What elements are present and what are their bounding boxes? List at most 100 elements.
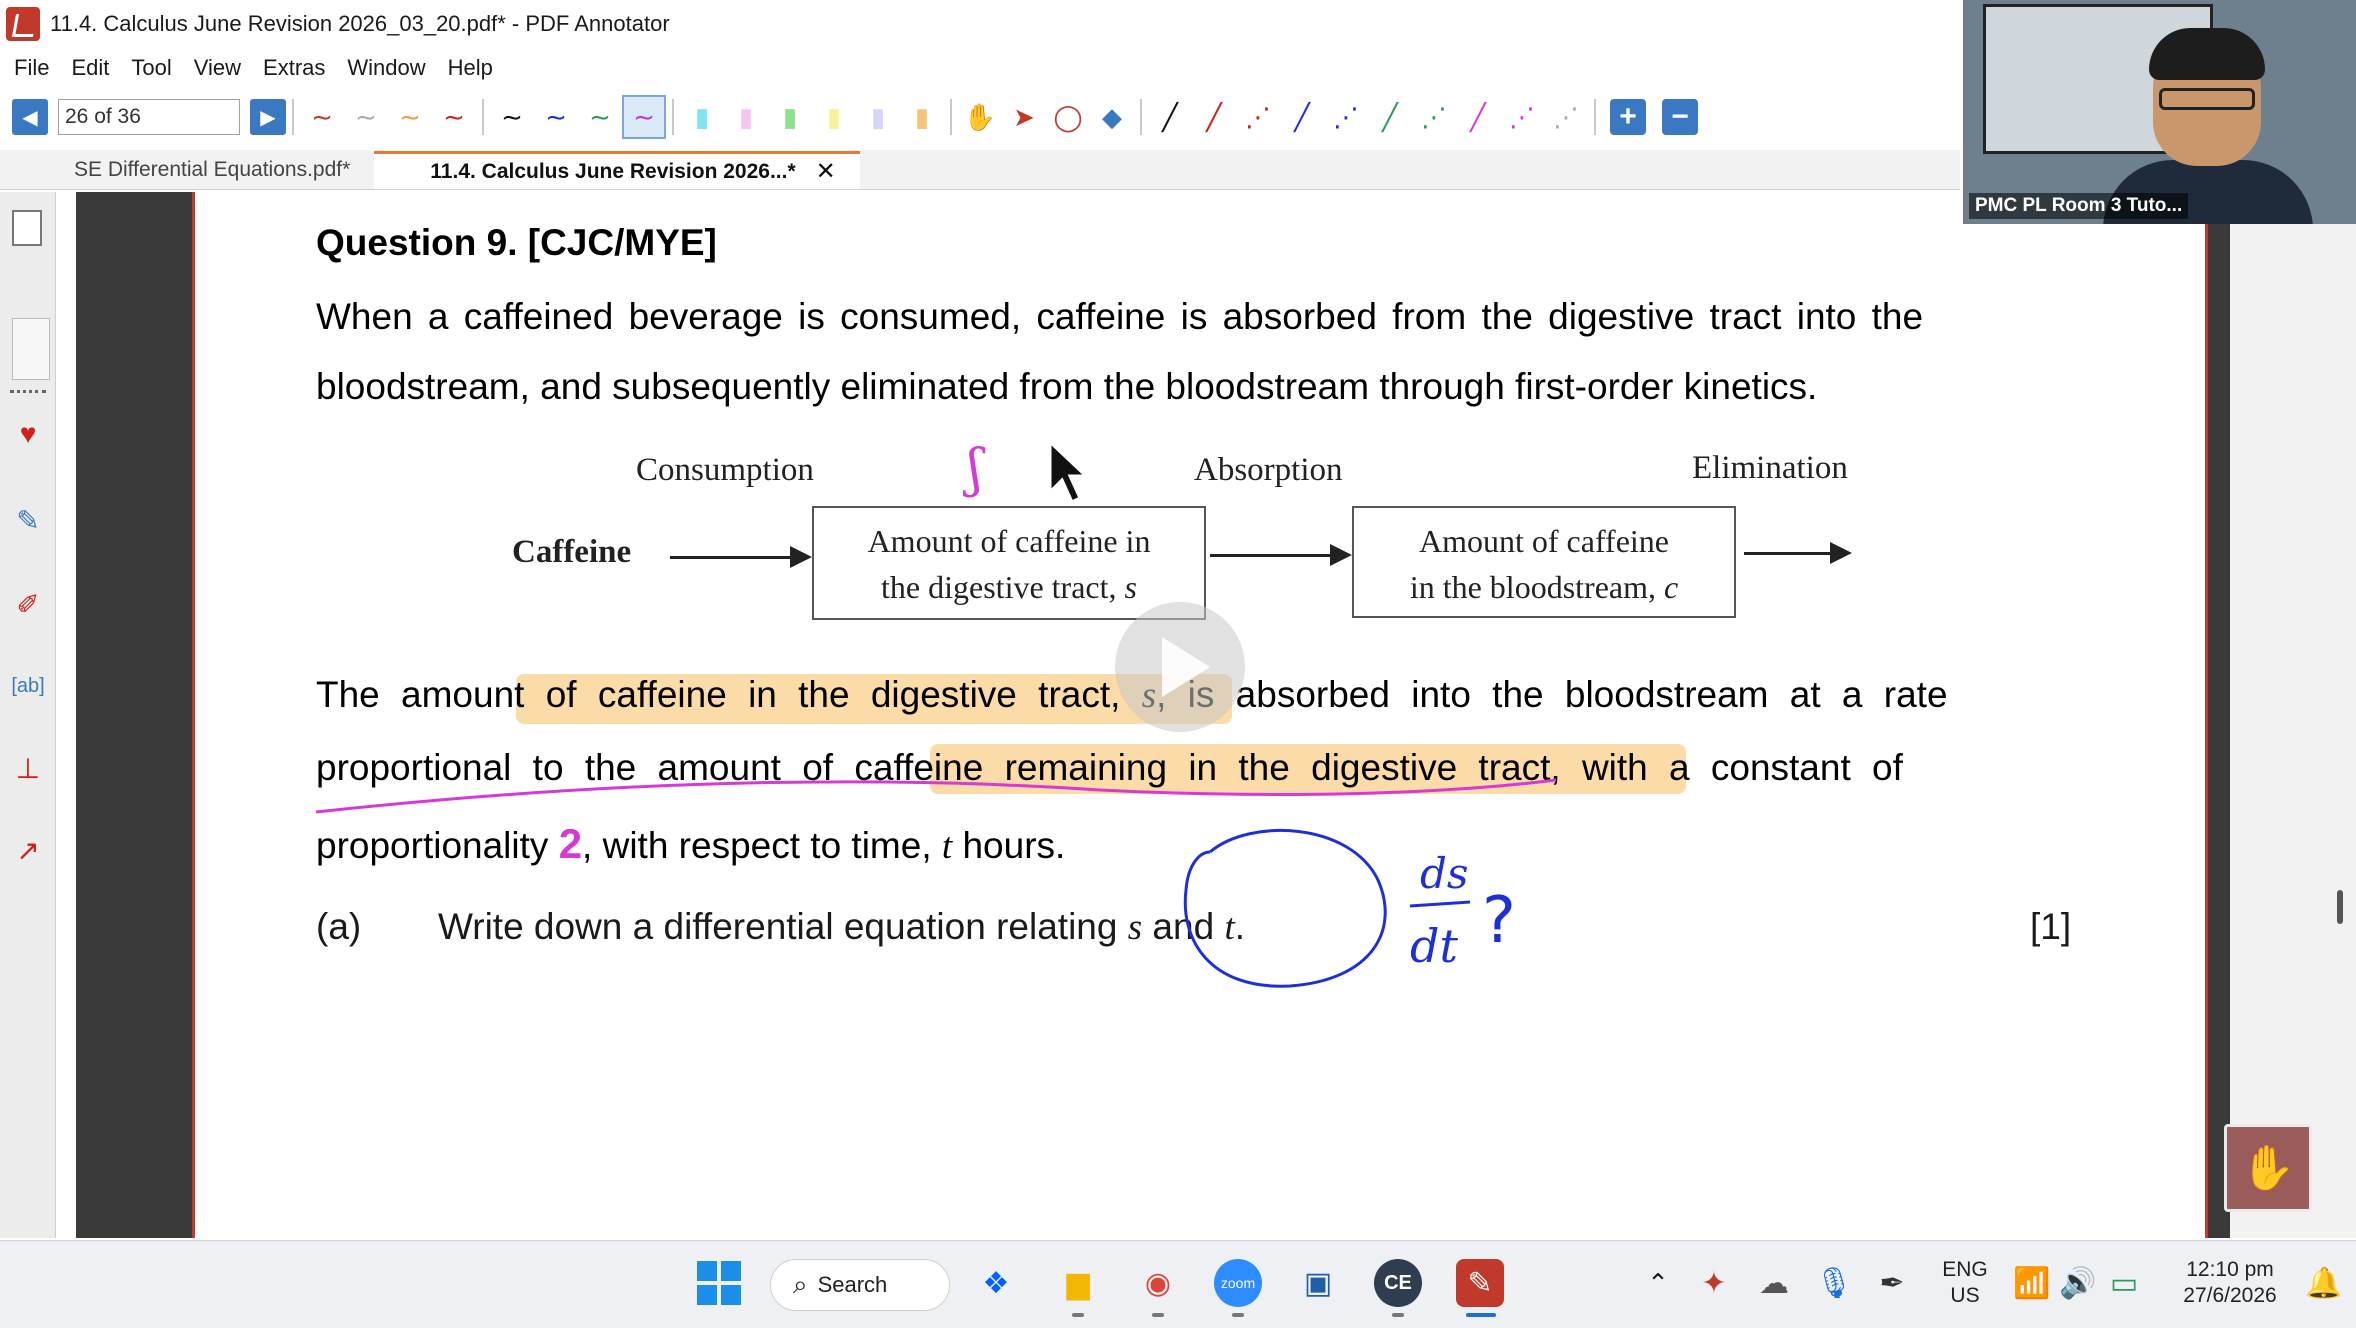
whiteboard-app-icon[interactable]: ▣ <box>1294 1259 1342 1307</box>
dashed-line-grey-icon[interactable]: ⋰ <box>1544 95 1588 139</box>
highlighter-cyan-icon[interactable]: ▮ <box>680 95 724 139</box>
pen-menu-icon[interactable]: ✒ <box>1868 1259 1916 1307</box>
diagram-consumption-label: Consumption <box>636 452 814 488</box>
search-label: Search <box>817 1272 888 1297</box>
highlighter-pink-icon[interactable]: ▮ <box>724 95 768 139</box>
highlighter-green-icon[interactable]: ▮ <box>768 95 812 139</box>
menu-file[interactable]: File <box>14 55 49 81</box>
chrome-icon[interactable]: ◉ <box>1134 1259 1182 1307</box>
eraser-icon[interactable]: ◆ <box>1090 95 1134 139</box>
favorites-heart-icon[interactable]: ♥ <box>8 414 48 454</box>
menu-bar: File Edit Tool View Extras Window Help <box>0 50 515 86</box>
windows-taskbar: ⌕ Search ❖ ▆ ◉ zoom ▣ CE ✎ ⌃ ✦ ☁ 🎙 ✒ ENG… <box>0 1240 2356 1328</box>
pen-grey-icon[interactable]: ∼ <box>344 95 388 139</box>
pdf-annotator-app-icon[interactable] <box>6 7 40 41</box>
stamp-tool-icon[interactable]: ⊥ <box>8 748 48 788</box>
diagram-arrow-absorption <box>1210 544 1352 566</box>
window-title: 11.4. Calculus June Revision 2026_03_20.… <box>50 11 670 36</box>
video-play-icon[interactable] <box>1115 602 1245 732</box>
notifications-bell-icon[interactable]: 🔔 <box>2300 1259 2348 1307</box>
dropbox-icon[interactable]: ❖ <box>972 1259 1020 1307</box>
menu-edit[interactable]: Edit <box>71 55 109 81</box>
raise-hand-button[interactable]: ✋ <box>2224 1124 2312 1212</box>
dashed-line-red-icon[interactable]: ⋰ <box>1236 95 1280 139</box>
paragraph1-line2: bloodstream, and subsequently eliminated… <box>316 366 1818 407</box>
mouse-cursor-icon <box>1048 440 1090 504</box>
taskbar-search-button[interactable]: ⌕ Search <box>770 1259 950 1311</box>
pen-orange-icon[interactable]: ∼ <box>388 95 432 139</box>
volume-icon[interactable]: 🔊 <box>2054 1259 2102 1307</box>
onedrive-cloud-icon[interactable]: ☁ <box>1750 1259 1798 1307</box>
sidebar-divider <box>10 390 46 393</box>
pen-blue-icon[interactable]: ∼ <box>534 95 578 139</box>
text-tool-icon[interactable]: [ab] <box>8 666 48 706</box>
tab-label: 11.4. Calculus June Revision 2026...* <box>430 159 796 183</box>
running-indicator <box>1072 1313 1084 1317</box>
pen-darkred-icon[interactable]: ∼ <box>432 95 476 139</box>
highlighter-lavender-icon[interactable]: ▮ <box>856 95 900 139</box>
tab-se-differential-equations[interactable]: SE Differential Equations.pdf* <box>0 151 374 189</box>
page-number-input[interactable] <box>58 99 240 135</box>
dashed-line-green-icon[interactable]: ⋰ <box>1412 95 1456 139</box>
participant-hair <box>2149 28 2265 80</box>
toolbar-separator <box>292 99 294 135</box>
pen-magenta-icon[interactable]: ∼ <box>622 95 666 139</box>
pen-tool-icon[interactable]: ✎ <box>8 500 48 540</box>
wifi-icon[interactable]: 📶 <box>2008 1259 2056 1307</box>
tray-app-icon[interactable]: ✦ <box>1690 1259 1738 1307</box>
line-blue-icon[interactable]: ╱ <box>1280 95 1324 139</box>
close-tab-icon[interactable]: ✕ <box>816 157 836 186</box>
line-black-icon[interactable]: ╱ <box>1148 95 1192 139</box>
zoom-out-button[interactable]: − <box>1662 99 1698 135</box>
lasso-icon[interactable]: ◯ <box>1046 95 1090 139</box>
pdf-annotator-taskbar-icon[interactable]: ✎ <box>1456 1259 1504 1307</box>
menu-window[interactable]: Window <box>347 55 425 81</box>
select-arrow-icon[interactable]: ➤ <box>1002 95 1046 139</box>
microphone-icon[interactable]: 🎙 <box>1810 1259 1858 1307</box>
question-title: Question 9. [CJC/MYE] <box>316 222 717 263</box>
scrollbar-thumb[interactable] <box>2337 890 2343 924</box>
language-indicator[interactable]: ENG US <box>1930 1257 2000 1309</box>
pen-red-icon[interactable]: ∼ <box>300 95 344 139</box>
menu-extras[interactable]: Extras <box>263 55 325 81</box>
show-hidden-icons-chevron-icon[interactable]: ⌃ <box>1634 1259 1682 1307</box>
meeting-video-tile[interactable]: PMC PL Room 3 Tuto... <box>1963 0 2356 224</box>
running-indicator <box>1392 1313 1404 1317</box>
highlighter-yellow-icon[interactable]: ▮ <box>812 95 856 139</box>
active-app-indicator <box>1466 1313 1496 1317</box>
tab-label: SE Differential Equations.pdf* <box>74 158 351 181</box>
paragraph2-line3: proportionality 2, with respect to time,… <box>316 820 1066 867</box>
hand-icon[interactable]: ✋ <box>958 95 1002 139</box>
part-a-label: (a) <box>316 906 362 947</box>
next-page-button[interactable]: ▶ <box>250 99 286 135</box>
vertical-scrollbar[interactable] <box>2230 192 2356 1238</box>
sidebar-scroll-control[interactable] <box>12 318 50 380</box>
tab-calculus-june-revision[interactable]: 11.4. Calculus June Revision 2026...* ✕ <box>374 151 860 189</box>
pen-black-icon[interactable]: ∼ <box>490 95 534 139</box>
clock[interactable]: 12:10 pm 27/6/2026 <box>2160 1257 2300 1309</box>
line-red-icon[interactable]: ╱ <box>1192 95 1236 139</box>
line-green-icon[interactable]: ╱ <box>1368 95 1412 139</box>
line-magenta-icon[interactable]: ╱ <box>1456 95 1500 139</box>
file-explorer-icon[interactable]: ▆ <box>1054 1259 1102 1307</box>
arrow-tool-icon[interactable]: ↗ <box>8 830 48 870</box>
page-thumbnail-icon[interactable] <box>12 210 42 246</box>
windows-start-icon[interactable] <box>695 1259 743 1307</box>
diagram-box2-line1: Amount of caffeine <box>1419 523 1669 559</box>
dashed-line-magenta-icon[interactable]: ⋰ <box>1500 95 1544 139</box>
zoom-in-button[interactable]: + <box>1610 99 1646 135</box>
ce-app-icon[interactable]: CE <box>1374 1259 1422 1307</box>
dashed-line-blue-icon[interactable]: ⋰ <box>1324 95 1368 139</box>
diagram-arrow-consumption <box>670 546 812 568</box>
toolbar-separator <box>950 99 952 135</box>
battery-icon[interactable]: ▭ <box>2100 1259 2148 1307</box>
highlighter-orange-icon[interactable]: ▮ <box>900 95 944 139</box>
menu-help[interactable]: Help <box>448 55 493 81</box>
diagram-arrow-elimination <box>1744 542 1852 564</box>
previous-page-button[interactable]: ◀ <box>12 99 48 135</box>
highlighter-tool-icon[interactable]: ✐ <box>8 584 48 624</box>
pen-green-icon[interactable]: ∼ <box>578 95 622 139</box>
menu-view[interactable]: View <box>194 55 241 81</box>
zoom-icon[interactable]: zoom <box>1214 1259 1262 1307</box>
menu-tool[interactable]: Tool <box>131 55 171 81</box>
